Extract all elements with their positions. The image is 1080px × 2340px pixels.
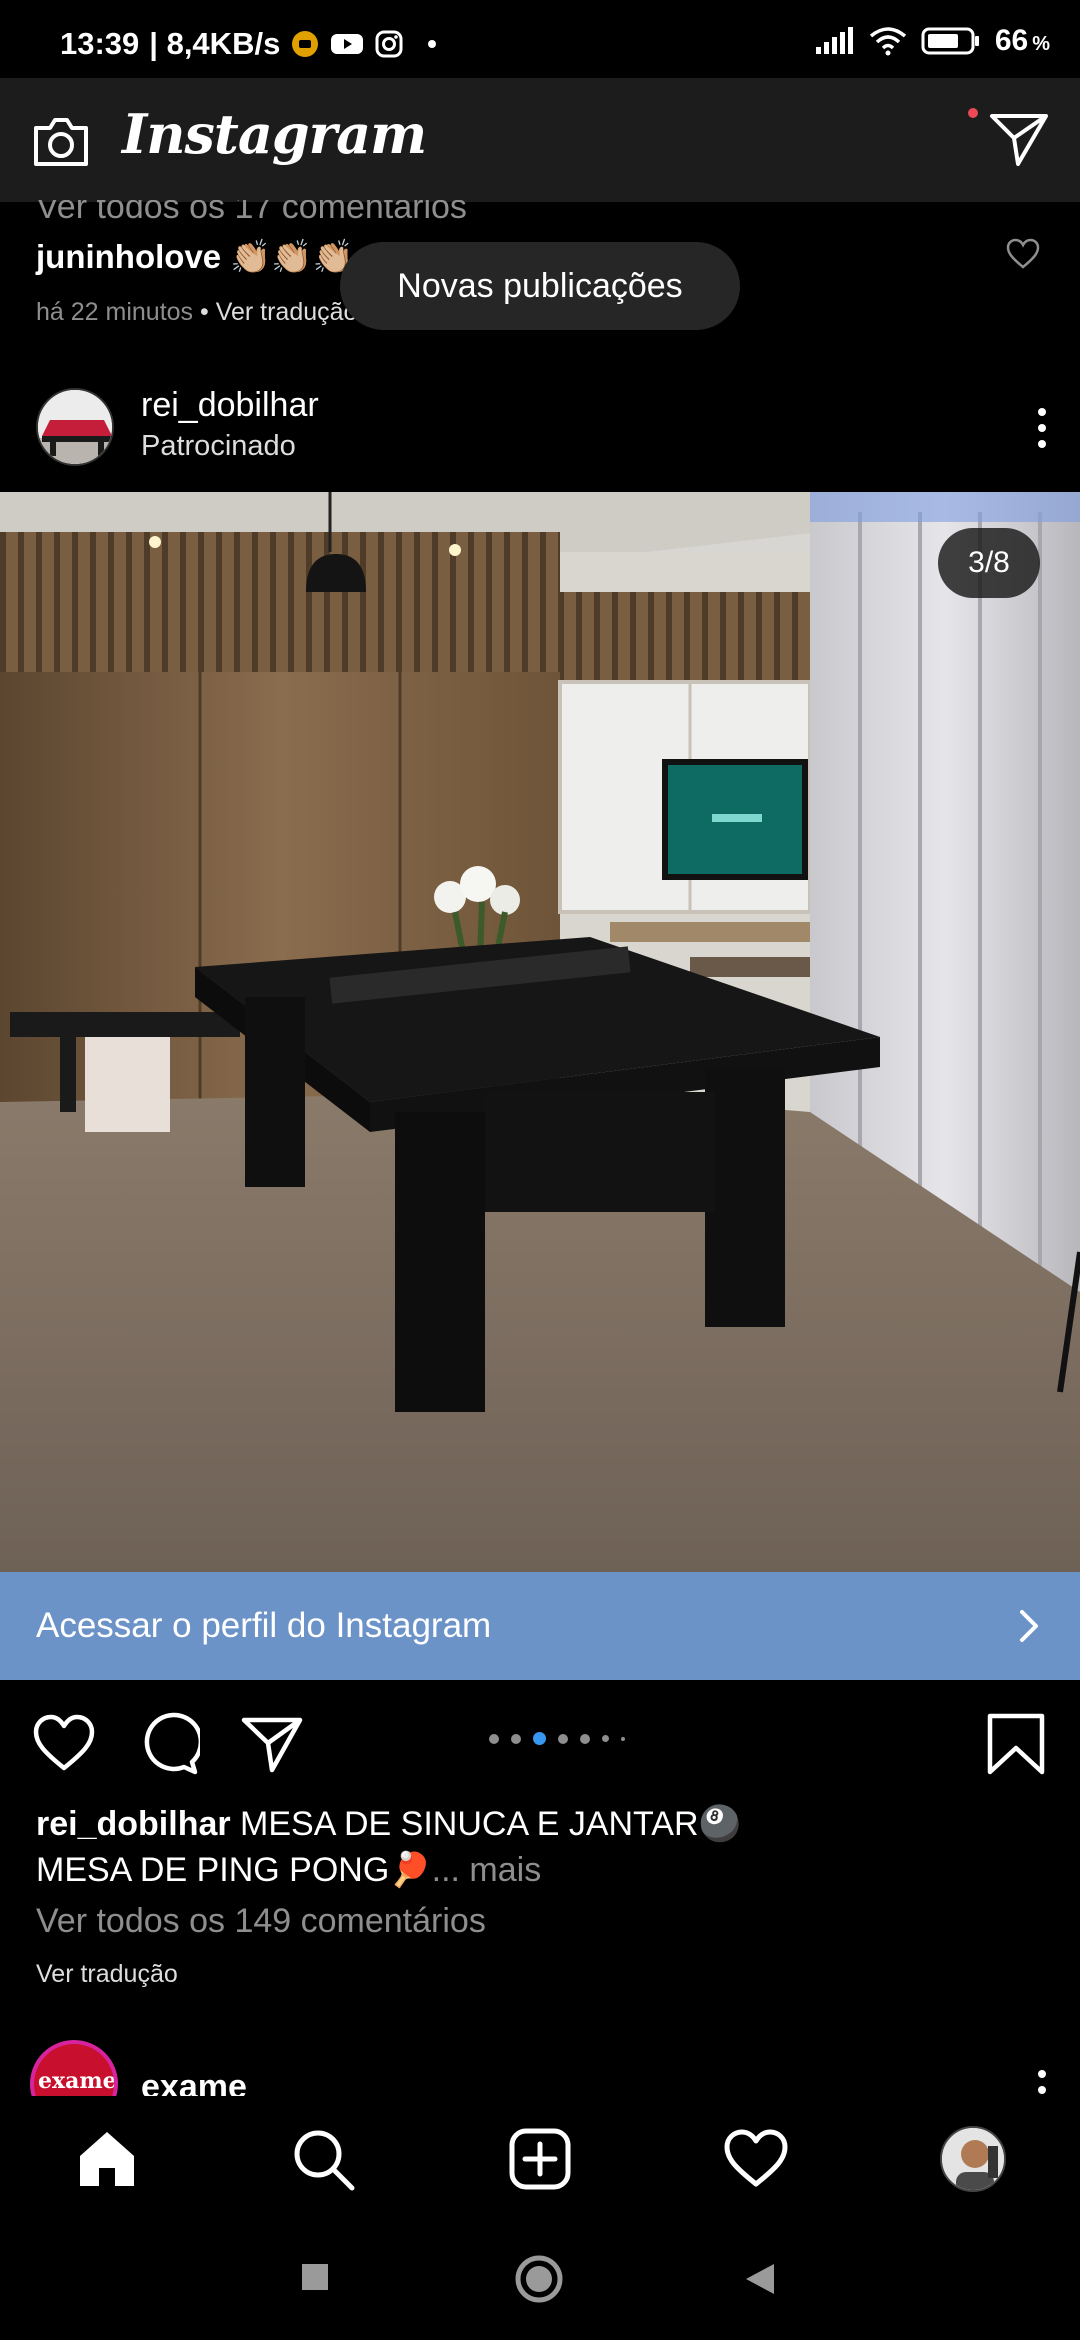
back-triangle-icon[interactable] [744,2262,776,2296]
cta-label: Acessar o perfil do Instagram [36,1606,492,1645]
wifi-icon [869,27,906,56]
battery-unit: % [1032,33,1050,55]
notification-dot [968,108,978,118]
carousel-dot [621,1736,625,1741]
post-caption-line1: rei_dobilhar MESA DE SINUCA E JANTAR🎱 [36,1800,1046,1848]
previous-post-comment: juninholove 👏🏼👏🏼👏🏼 [36,238,354,277]
status-time: 13:39 [60,26,140,61]
caption-text-line1: MESA DE SINUCA E JANTAR🎱 [230,1805,741,1843]
bottom-navigation [0,2096,1080,2222]
home-circle-icon[interactable] [514,2254,564,2304]
new-posts-button[interactable]: Novas publicações [340,242,740,330]
carousel-dot [558,1733,568,1744]
like-heart-icon[interactable] [32,1712,96,1776]
carousel-dot [580,1733,590,1744]
carousel-dot [602,1735,609,1742]
previous-post-meta: há 22 minutos • Ver tradução [36,298,357,327]
battery-level: 66 [994,24,1029,57]
carousel-dot-active [533,1732,546,1745]
more-notifications-dot [428,40,437,48]
post-image[interactable] [0,492,1080,1572]
post-username[interactable]: rei_dobilhar [141,386,319,425]
caption-more-link[interactable]: ... mais [432,1851,542,1889]
visit-profile-cta[interactable]: Acessar o perfil do Instagram [0,1572,1080,1680]
post-author-avatar[interactable] [36,388,114,466]
comment-text: 👏🏼👏🏼👏🏼 [221,238,354,275]
post-caption-line2: MESA DE PING PONG🏓... mais [36,1846,541,1894]
status-left: 13:39 | 8,4KB/s [60,26,437,62]
status-bar: 13:39 | 8,4KB/s 66% [0,0,1080,78]
battery-icon [921,27,979,55]
carousel-dot [511,1733,521,1744]
instagram-notification-icon [375,30,403,58]
see-translation-link[interactable]: Ver tradução [36,1960,178,1989]
youtube-icon [331,34,364,54]
comment-like-icon[interactable] [1006,238,1040,270]
profile-avatar[interactable] [940,2126,1006,2192]
comment-icon[interactable] [136,1712,200,1776]
system-navigation-bar [0,2222,1080,2340]
search-icon[interactable] [290,2126,356,2192]
caption-text-line2: MESA DE PING PONG🏓 [36,1851,432,1889]
bookmark-icon[interactable] [984,1712,1048,1776]
carousel-dot [489,1733,499,1744]
comment-see-translation[interactable]: • Ver tradução [193,298,357,326]
notification-app-icon [292,31,319,57]
status-right: 66% [815,24,1050,58]
caption-username[interactable]: rei_dobilhar [36,1805,231,1843]
more-options-icon[interactable] [1032,404,1052,452]
app-logo: Instagram [122,102,427,166]
carousel-counter: 3/8 [938,528,1040,598]
top-app-bar: Instagram [0,78,1080,202]
recents-square-icon[interactable] [300,2262,330,2292]
comment-username[interactable]: juninholove [36,238,221,275]
add-post-icon[interactable] [507,2126,573,2192]
signal-icon [815,27,853,54]
post-photo-illustration [0,492,1080,1572]
network-speed: | 8,4KB/s [149,26,281,61]
comment-time: há 22 minutos [36,298,194,326]
activity-heart-icon[interactable] [723,2126,789,2192]
carousel-indicator [489,1732,625,1745]
chevron-right-icon [1020,1610,1038,1642]
home-icon[interactable] [74,2126,140,2192]
share-paper-plane-icon[interactable] [240,1712,304,1776]
sponsored-label: Patrocinado [141,430,296,462]
camera-icon[interactable] [30,112,92,170]
view-all-comments-link[interactable]: Ver todos os 149 comentários [36,1902,486,1941]
direct-messages-icon[interactable] [988,108,1050,170]
next-post-avatar-text: exame. [38,2068,118,2094]
